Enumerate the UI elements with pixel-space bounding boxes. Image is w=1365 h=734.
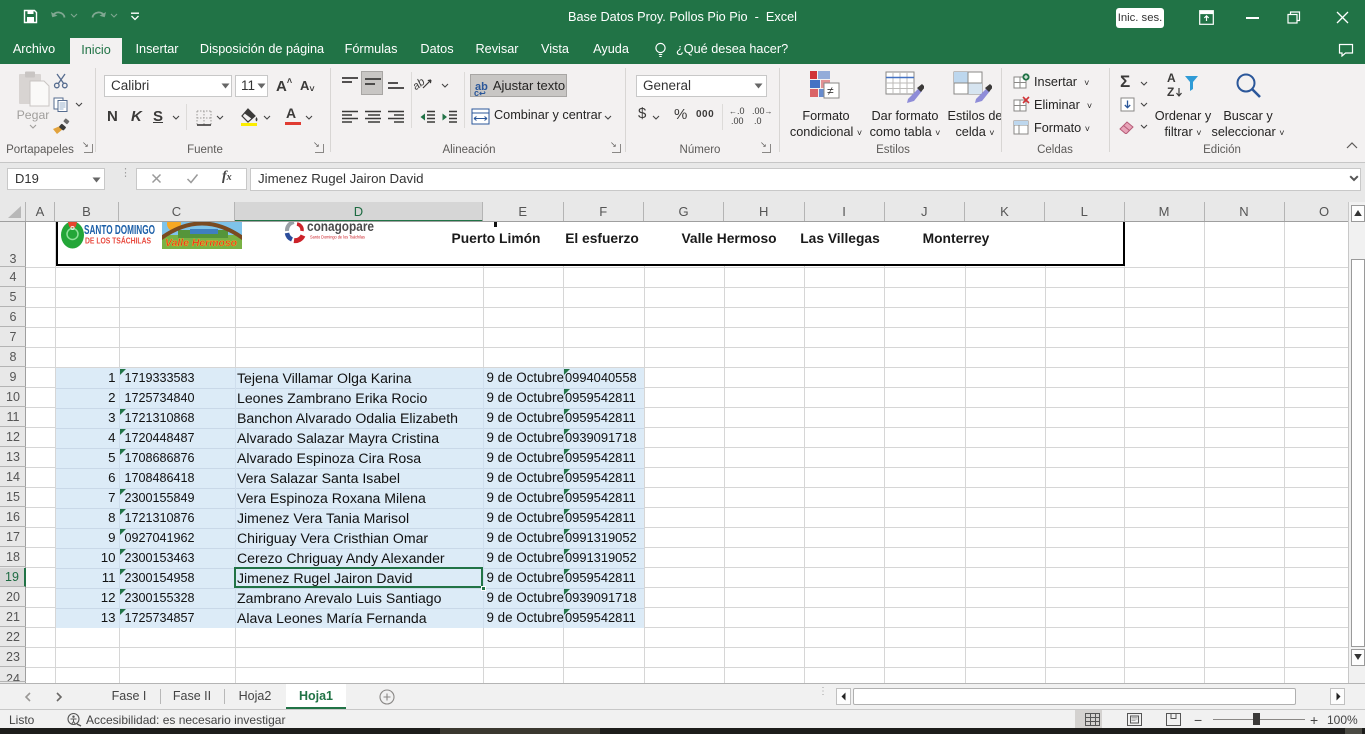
svg-text:ab: ab	[414, 76, 427, 92]
svg-text:≠: ≠	[827, 84, 834, 98]
svg-text:conagopare: conagopare	[307, 222, 374, 234]
svg-text:A: A	[1167, 71, 1176, 85]
svg-text:SANTO DOMINGO: SANTO DOMINGO	[84, 223, 155, 237]
svg-text:DE LOS TSÁCHILAS: DE LOS TSÁCHILAS	[85, 237, 152, 246]
svg-text:Valle Hermoso: Valle Hermoso	[165, 237, 238, 249]
svg-text:Santo Domingo de los Tsáchilas: Santo Domingo de los Tsáchilas	[310, 235, 366, 240]
svg-text:Z: Z	[1167, 85, 1174, 99]
